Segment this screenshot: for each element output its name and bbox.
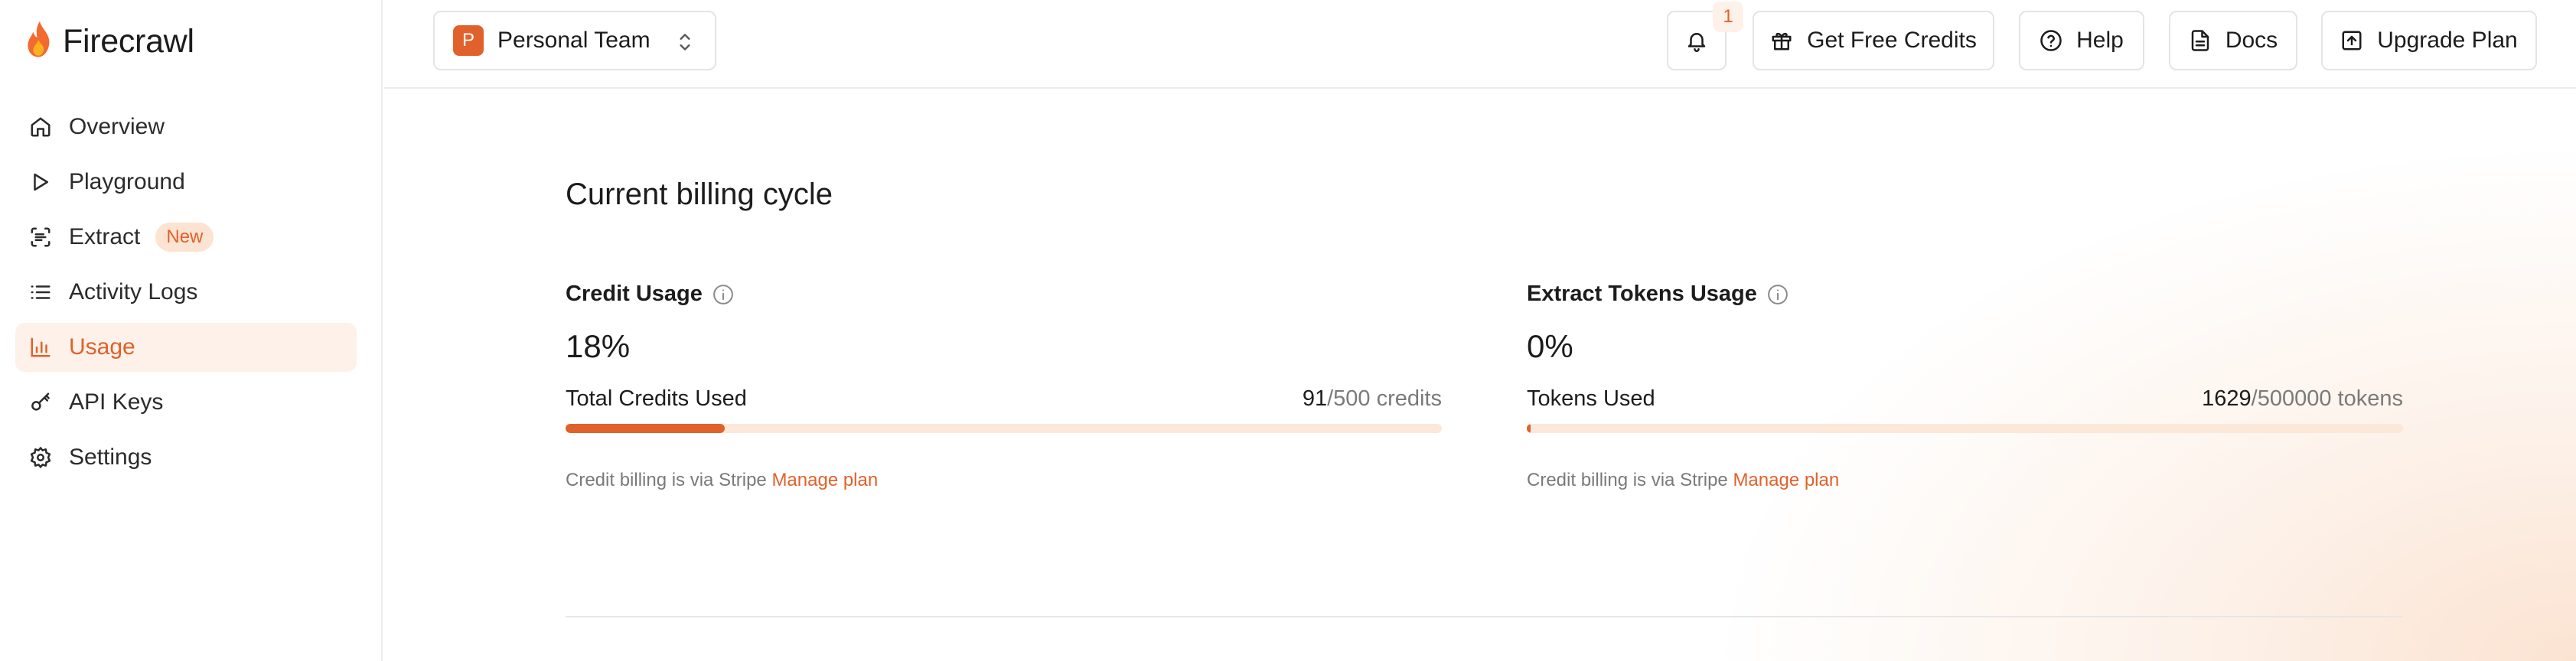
flame-logo-icon [23, 20, 57, 63]
sidebar-item-settings[interactable]: Settings [15, 433, 357, 482]
credits-used-value: 91 [1302, 386, 1328, 411]
total-credits-label: Total Credits Used [566, 386, 747, 411]
team-name: Personal Team [497, 28, 651, 53]
info-icon[interactable] [1766, 283, 1789, 306]
section-divider [566, 616, 2402, 617]
key-icon [28, 389, 54, 415]
help-button[interactable]: Help [2019, 11, 2144, 70]
brand[interactable]: Firecrawl [23, 20, 194, 63]
billing-note-text: Credit billing is via Stripe [1527, 470, 1733, 490]
info-icon[interactable] [712, 283, 735, 306]
page-title: Current billing cycle [566, 177, 833, 211]
sidebar-item-label: Playground [69, 169, 185, 194]
tokens-used-value: 1629 [2202, 386, 2252, 411]
docs-label: Docs [2225, 28, 2278, 53]
scan-text-icon [28, 224, 54, 250]
gift-icon [1772, 32, 1792, 50]
tokens-value: 1629/500000 tokens [2202, 386, 2403, 412]
upgrade-plan-label: Upgrade Plan [2377, 28, 2518, 53]
upgrade-plan-button[interactable]: Upgrade Plan [2321, 11, 2537, 70]
docs-button[interactable]: Docs [2169, 11, 2297, 70]
credit-progress-fill [566, 424, 726, 433]
credit-usage-percent: 18% [566, 328, 631, 364]
gear-icon [28, 444, 54, 471]
tokens-usage-row: Tokens Used 1629/500000 tokens [1527, 386, 2403, 412]
sidebar-item-api-keys[interactable]: API Keys [15, 378, 357, 427]
credits-value: 91/500 credits [1303, 386, 1442, 412]
home-icon [28, 114, 54, 140]
new-badge: New [155, 223, 214, 252]
sidebar-item-playground[interactable]: Playground [15, 158, 357, 207]
team-avatar: P [453, 25, 484, 56]
get-free-credits-button[interactable]: Get Free Credits [1753, 11, 1994, 70]
extract-tokens-card: Extract Tokens Usage 0% Tokens Used 1629… [1527, 282, 2403, 491]
play-icon [28, 169, 54, 195]
tokens-progress-track [1527, 424, 2403, 433]
list-icon [28, 279, 54, 305]
manage-plan-link[interactable]: Manage plan [1733, 470, 1839, 490]
credit-progress-track [566, 424, 1442, 433]
credits-limit-value: /500 credits [1327, 386, 1442, 411]
notifications-button[interactable]: 1 [1667, 2, 1743, 70]
sidebar-nav: Overview Playground Extract New Activity… [15, 103, 357, 488]
upload-square-icon [2342, 31, 2362, 50]
sidebar-item-label: Activity Logs [69, 279, 198, 304]
tokens-limit-value: /500000 tokens [2251, 386, 2403, 411]
extract-tokens-title: Extract Tokens Usage [1527, 282, 1757, 306]
credit-usage-header: Credit Usage [566, 282, 1442, 307]
tokens-usage-percent: 0% [1527, 328, 1573, 364]
tokens-used-label: Tokens Used [1527, 386, 1655, 411]
bar-chart-icon [28, 334, 54, 360]
chevron-up-down-icon [680, 34, 690, 50]
sidebar-item-label: Settings [69, 444, 152, 470]
credit-usage-title: Credit Usage [566, 282, 703, 306]
tokens-progress-fill [1527, 424, 1531, 433]
billing-note: Credit billing is via Stripe Manage plan [1527, 470, 2403, 491]
extract-tokens-header: Extract Tokens Usage [1527, 282, 2403, 307]
get-free-credits-label: Get Free Credits [1807, 28, 1977, 53]
notification-count-badge: 1 [1713, 2, 1743, 32]
credit-usage-card: Credit Usage 18% Total Credits Used 91/5… [566, 282, 1442, 491]
document-icon [2191, 30, 2209, 51]
credit-usage-row: Total Credits Used 91/500 credits [566, 386, 1442, 412]
sidebar-item-usage[interactable]: Usage [15, 323, 357, 372]
sidebar-item-label: Extract [69, 224, 141, 249]
bell-icon [1687, 33, 1706, 52]
billing-note-text: Credit billing is via Stripe [566, 470, 772, 490]
manage-plan-link[interactable]: Manage plan [771, 470, 878, 490]
help-circle-icon [2040, 30, 2062, 51]
sidebar-item-overview[interactable]: Overview [15, 103, 357, 151]
sidebar-item-extract[interactable]: Extract New [15, 213, 357, 262]
team-selector[interactable]: P Personal Team [433, 11, 716, 70]
billing-note: Credit billing is via Stripe Manage plan [566, 470, 1442, 491]
app-name: Firecrawl [63, 23, 194, 60]
sidebar-item-label: Overview [69, 114, 165, 139]
sidebar-item-activity-logs[interactable]: Activity Logs [15, 268, 357, 317]
sidebar: Firecrawl Overview Playground Extract Ne… [0, 0, 383, 661]
sidebar-item-label: Usage [69, 334, 135, 360]
sidebar-item-label: API Keys [69, 389, 164, 415]
top-bar: P Personal Team 1 Get Free Credits Help … [384, 0, 2576, 89]
help-label: Help [2076, 28, 2124, 53]
